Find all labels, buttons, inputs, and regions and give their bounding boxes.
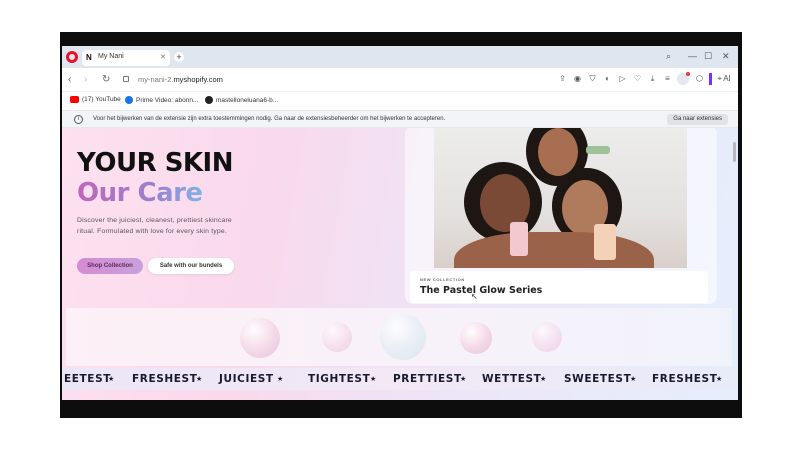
star-icon: ★ <box>630 375 637 383</box>
opera-logo-icon[interactable] <box>66 51 78 63</box>
vpn-icon[interactable]: ◐ <box>602 73 612 85</box>
tab-favicon-icon: N <box>86 53 92 62</box>
ticker-item: FRESHEST <box>132 373 198 385</box>
github-icon <box>205 96 213 104</box>
search-tabs-icon[interactable]: ⌕ <box>666 51 671 61</box>
ticker-item: JUICIEST <box>219 373 274 385</box>
download-icon[interactable]: ⤓ <box>647 73 657 85</box>
bookmarks-bar: (17) YouTube Prime Video: abonn... maste… <box>62 92 738 110</box>
prime-video-icon <box>125 96 133 104</box>
mouse-cursor-icon: ↖ <box>471 292 478 301</box>
product-jar <box>594 224 616 260</box>
new-tab-button[interactable]: + <box>174 52 184 62</box>
go-to-extensions-button[interactable]: Ga naar extensies <box>667 114 728 125</box>
shop-collection-button[interactable]: Shop Collection <box>77 258 143 274</box>
browser-window: N My Nani ✕ + ⌕ — ☐ ✕ ‹ › ↻ my-nani-2.my… <box>62 46 738 400</box>
star-icon: ★ <box>716 375 723 383</box>
bookmark-github[interactable]: mastelloneluana6-b... <box>205 96 278 104</box>
hero-description: Discover the juiciest, cleanest, prettie… <box>77 217 232 235</box>
bookmark-label: mastelloneluana6-b... <box>216 96 279 104</box>
toolbar-icons: ⇪ ◉ ⛉ ◐ ▷ ♡ ⤓ ≡ ⬡ ⌖AI <box>557 72 732 85</box>
ticker-item: TIGHTEST <box>308 373 371 385</box>
ticker-item: EETEST <box>64 373 112 385</box>
hero-title: YOUR SKIN <box>77 148 234 178</box>
heart-icon[interactable]: ♡ <box>632 73 642 85</box>
camera-icon[interactable]: ◉ <box>572 73 582 85</box>
bubble-decoration <box>322 322 352 352</box>
shield-icon[interactable]: ⛉ <box>587 73 597 85</box>
shoulders-shape <box>454 232 654 268</box>
storefront-page: YOUR SKIN Our Care Discover the juiciest… <box>62 128 738 400</box>
bookmark-label: Prime Video: abonn... <box>136 96 199 104</box>
featured-photo <box>434 128 687 268</box>
minimize-icon[interactable]: — <box>688 51 697 61</box>
reload-icon[interactable]: ↻ <box>102 74 110 86</box>
ai-label: AI <box>723 74 731 83</box>
ticker-item: WETTEST <box>482 373 542 385</box>
url-prefix: my-nani-2. <box>138 75 174 84</box>
infobar-message: Voor het bijwerken van de extensie zijn … <box>93 116 446 122</box>
hero-subtitle: Our Care <box>77 178 203 208</box>
bubble-decoration <box>240 318 280 358</box>
featured-caption: NEW COLLECTION The Pastel Glow Series <box>410 271 708 303</box>
bubble-band <box>66 308 732 366</box>
bubble-decoration <box>460 322 492 354</box>
close-window-icon[interactable]: ✕ <box>722 51 730 61</box>
tab-bar: N My Nani ✕ + ⌕ — ☐ ✕ <box>62 46 738 68</box>
ticker-item: SWEETEST <box>564 373 632 385</box>
info-icon: i <box>74 115 83 124</box>
star-icon: ★ <box>460 375 467 383</box>
bookmark-youtube[interactable]: (17) YouTube <box>70 96 121 103</box>
profile-icon[interactable] <box>677 72 691 85</box>
bundles-button[interactable]: Safe with our bundels <box>148 258 234 274</box>
star-icon: ★ <box>277 375 284 383</box>
sidebar-accent <box>709 73 713 85</box>
face-shape <box>538 128 578 176</box>
tab-title: My Nani <box>98 53 124 60</box>
address-bar: ‹ › ↻ my-nani-2.myshopify.com ⇪ ◉ ⛉ ◐ ▷ … <box>62 68 738 92</box>
youtube-icon <box>70 96 79 103</box>
back-icon[interactable]: ‹ <box>68 74 71 86</box>
url-domain: myshopify.com <box>173 75 223 84</box>
bookmark-prime-video[interactable]: Prime Video: abonn... <box>125 96 198 104</box>
close-tab-icon[interactable]: ✕ <box>160 53 166 62</box>
ticker-item: PRETTIEST <box>393 373 462 385</box>
caption-title: The Pastel Glow Series <box>420 285 543 296</box>
url-field[interactable]: my-nani-2.myshopify.com <box>138 75 223 84</box>
bubble-decoration <box>532 322 562 352</box>
star-icon: ★ <box>108 375 115 383</box>
menu-icon[interactable]: ≡ <box>662 73 672 85</box>
forward-icon[interactable]: › <box>84 74 87 86</box>
product-bottle <box>510 222 528 256</box>
keyword-ticker: EETEST ★ FRESHEST ★ JUICIEST ★ TIGHTEST ★ PR… <box>62 368 738 390</box>
product-dropper <box>586 146 610 154</box>
star-icon: ★ <box>370 375 377 383</box>
lock-icon[interactable] <box>123 76 129 82</box>
extension-infobar: i Voor het bijwerken van de extensie zij… <box>62 110 738 128</box>
ticker-item: FRESHEST <box>652 373 718 385</box>
share-icon[interactable]: ⇪ <box>557 73 567 85</box>
caption-kicker: NEW COLLECTION <box>420 277 465 282</box>
extensions-icon[interactable]: ⬡ <box>694 73 704 85</box>
star-icon: ★ <box>196 375 203 383</box>
star-icon: ★ <box>540 375 547 383</box>
scrollbar-thumb[interactable] <box>733 142 736 162</box>
tab-my-nani[interactable]: N My Nani ✕ <box>82 50 170 66</box>
bubble-decoration <box>380 314 426 360</box>
bookmark-label: (17) YouTube <box>82 96 121 103</box>
play-icon[interactable]: ▷ <box>617 73 627 85</box>
maximize-icon[interactable]: ☐ <box>704 51 712 61</box>
ai-icon[interactable]: ⌖AI <box>717 73 732 85</box>
